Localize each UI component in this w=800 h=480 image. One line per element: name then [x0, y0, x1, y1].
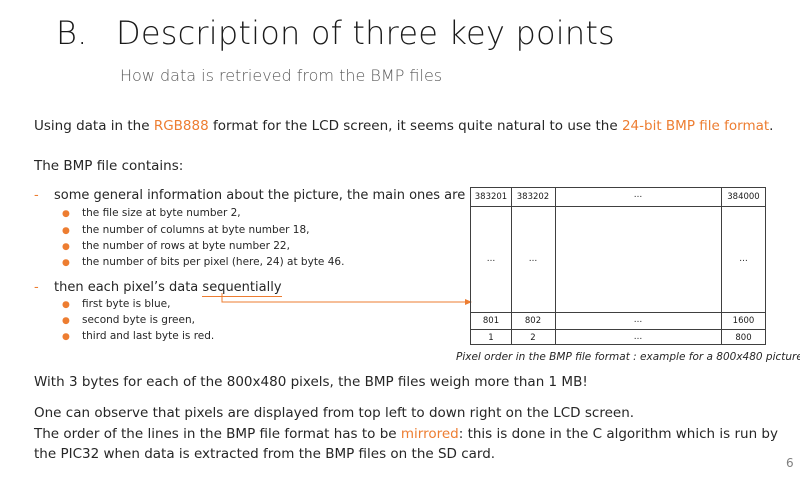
table-cell: …: [633, 332, 643, 342]
observe-line-1: One can observe that pixels are displaye…: [34, 405, 635, 421]
table-divider: [471, 206, 765, 207]
table-cell: 1: [488, 333, 494, 343]
table-cell: 1600: [732, 316, 755, 326]
table-cell: …: [633, 315, 643, 325]
table-divider: [471, 312, 765, 313]
mirrored-highlight: mirrored: [400, 426, 459, 442]
table-divider: [471, 329, 765, 330]
table-caption: Pixel order in the BMP file format : exa…: [456, 351, 800, 363]
table-cell: …: [633, 190, 643, 200]
pixel-order-table: 383201 383202 … 384000 … … … 801 802 … 1…: [470, 187, 766, 345]
page-number: 6: [786, 456, 794, 470]
table-cell: 801: [482, 316, 500, 326]
table-cell: 383201: [474, 192, 508, 202]
observe-line-2: The order of the lines in the BMP file f…: [34, 426, 778, 442]
weight-paragraph: With 3 bytes for each of the 800x480 pix…: [34, 374, 588, 390]
table-cell: 802: [524, 316, 542, 326]
observe-text: The order of the lines in the BMP file f…: [34, 426, 401, 442]
table-cell: …: [528, 254, 538, 264]
table-cell: 2: [530, 333, 536, 343]
table-cell: …: [739, 254, 748, 264]
table-cell: 384000: [727, 192, 760, 202]
table-cell: 383202: [516, 192, 550, 202]
table-cell: 800: [735, 333, 752, 343]
observe-line-3: the PIC32 when data is extracted from th…: [34, 446, 496, 462]
table-cell: …: [486, 254, 496, 264]
observe-text: : this is done in the C algorithm which …: [458, 426, 778, 442]
